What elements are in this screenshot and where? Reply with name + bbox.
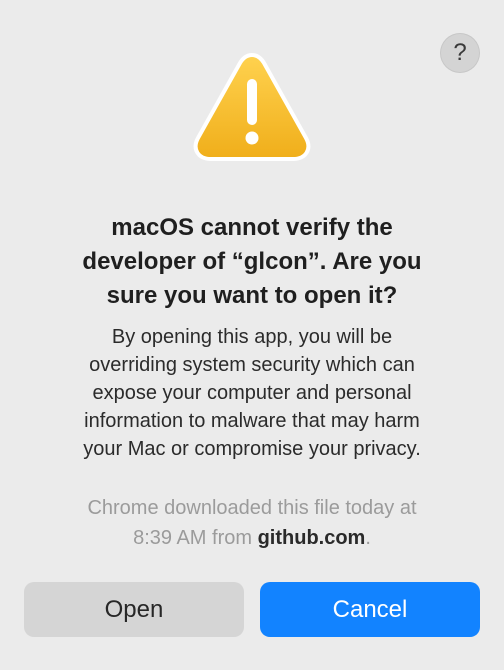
download-time-line: Chrome downloaded this file today at [87,497,417,519]
help-button[interactable]: ? [440,33,480,73]
open-button-label: Open [104,595,164,623]
message-line: your Mac or compromise your privacy. [83,438,421,460]
open-button[interactable]: Open [24,582,244,637]
warning-triangle-icon [193,53,311,161]
dialog-message: By opening this app, you will be overrid… [40,323,464,463]
cancel-button-label: Cancel [332,595,408,623]
message-line: overriding system security which can [89,354,415,376]
download-source-info: Chrome downloaded this file today at 8:3… [40,493,464,553]
source-line-suffix: . [365,527,371,549]
dialog-title: macOS cannot verify the developer of “gl… [40,211,464,313]
question-mark-icon: ? [453,39,467,66]
download-time-prefix: 8:39 AM from [133,527,258,549]
message-line: expose your computer and personal [92,382,412,404]
source-domain: github.com [257,527,366,549]
message-line: information to malware that may harm [84,410,420,432]
message-line: By opening this app, you will be [111,326,393,348]
download-source-line: 8:39 AM from github.com. [40,523,464,553]
title-line: sure you want to open it? [106,282,398,309]
cancel-button[interactable]: Cancel [260,582,480,637]
title-line: macOS cannot verify the [111,214,393,241]
title-line: developer of “glcon”. Are you [82,248,422,275]
security-alert-dialog: ? macOS cannot verify the developer of “… [0,0,504,670]
